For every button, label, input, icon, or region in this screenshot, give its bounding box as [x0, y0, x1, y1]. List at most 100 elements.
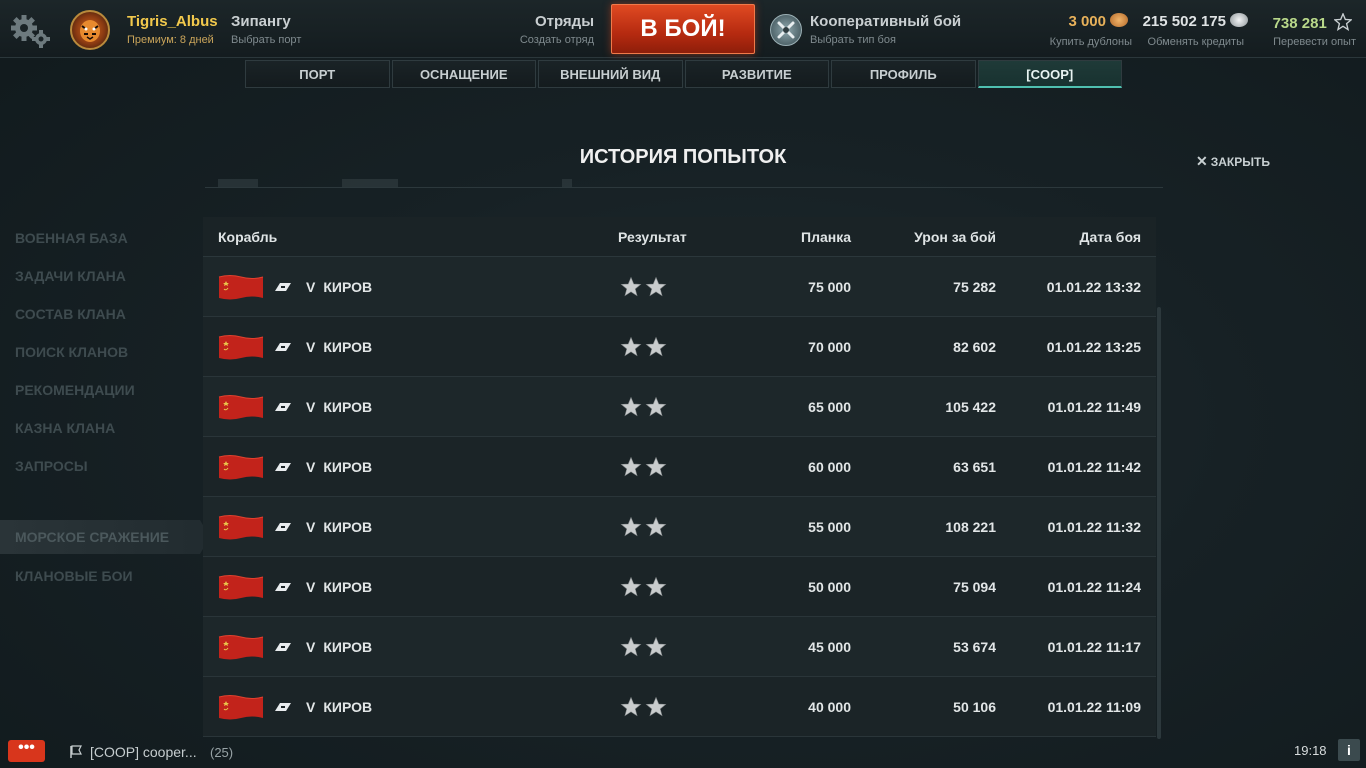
info-button[interactable]: i — [1338, 739, 1360, 761]
chat-button[interactable]: ••• — [8, 740, 45, 762]
table-row[interactable]: V КИРОВ 55 000 108 221 01.01.22 11:32 — [203, 497, 1156, 557]
ship-name: КИРОВ — [323, 698, 373, 715]
bar-value: 70 000 — [808, 338, 851, 355]
ship-name: КИРОВ — [323, 458, 373, 475]
menu-naval-battle[interactable]: МОРСКОЕ СРАЖЕНИЕ — [0, 520, 210, 554]
notification-flag-icon — [70, 745, 82, 758]
ship-name: КИРОВ — [323, 398, 373, 415]
faded-text — [342, 179, 398, 187]
coop-mode-icon[interactable] — [770, 14, 802, 46]
tab-equipment[interactable]: ОСНАЩЕНИЕ — [391, 60, 536, 88]
menu-clan-battles[interactable]: КЛАНОВЫЕ БОИ — [0, 564, 200, 602]
result-stars — [583, 396, 723, 418]
ship-tier: V — [306, 638, 316, 655]
menu-clan-members[interactable]: СОСТАВ КЛАНА — [0, 302, 200, 340]
player-avatar[interactable] — [70, 10, 110, 50]
bar-value: 60 000 — [808, 458, 851, 475]
cruiser-class-icon — [275, 582, 291, 591]
ship-name: КИРОВ — [323, 518, 373, 535]
top-bar: Tigris_Albus Премиум: 8 дней Зипангу Выб… — [0, 0, 1366, 58]
close-label: ЗАКРЫТЬ — [1210, 155, 1270, 169]
battle-date: 01.01.22 11:49 — [1047, 398, 1141, 415]
damage-value: 50 106 — [953, 698, 996, 715]
damage-value: 63 651 — [953, 458, 996, 475]
tab-clan[interactable]: [COOP] — [977, 60, 1122, 88]
result-stars — [583, 336, 723, 358]
table-row[interactable]: V КИРОВ 45 000 53 674 01.01.22 11:17 — [203, 617, 1156, 677]
tab-appearance[interactable]: ВНЕШНИЙ ВИД — [538, 60, 683, 88]
clock: 19:18 — [1294, 743, 1327, 758]
ship-tier: V — [306, 458, 316, 475]
ship-tier: V — [306, 338, 316, 355]
damage-value: 82 602 — [953, 338, 996, 355]
select-port-link[interactable]: Выбрать порт — [231, 34, 301, 46]
header-bar[interactable]: Планка — [723, 229, 851, 245]
ussr-flag-icon — [218, 513, 264, 541]
menu-clan-search[interactable]: ПОИСК КЛАНОВ — [0, 340, 200, 378]
select-battle-type-link[interactable]: Выбрать тип боя — [810, 34, 896, 46]
ussr-flag-icon — [218, 273, 264, 301]
credits-balance: 215 502 175 — [1143, 13, 1248, 30]
battle-button[interactable]: В БОЙ! — [611, 4, 755, 54]
table-row[interactable]: V КИРОВ 60 000 63 651 01.01.22 11:42 — [203, 437, 1156, 497]
star-icon — [645, 456, 667, 476]
ship-tier: V — [306, 698, 316, 715]
port-name[interactable]: Зипангу — [231, 13, 291, 30]
result-stars — [583, 456, 723, 478]
ussr-flag-icon — [218, 453, 264, 481]
table-row[interactable]: V КИРОВ 40 000 50 106 01.01.22 11:09 — [203, 677, 1156, 737]
battle-date: 01.01.22 11:17 — [1047, 638, 1141, 655]
menu-requests[interactable]: ЗАПРОСЫ — [0, 454, 200, 492]
player-name[interactable]: Tigris_Albus — [127, 13, 218, 30]
menu-clan-treasury[interactable]: КАЗНА КЛАНА — [0, 416, 200, 454]
menu-military-base[interactable]: ВОЕННАЯ БАЗА — [0, 226, 200, 264]
settings-gear-icon[interactable] — [8, 10, 52, 50]
header-damage[interactable]: Урон за бой — [851, 229, 996, 245]
notification-text[interactable]: [COOP] cooper... — [90, 744, 197, 760]
header-result[interactable]: Результат — [583, 229, 723, 245]
tab-profile[interactable]: ПРОФИЛЬ — [831, 60, 976, 88]
convert-xp-link[interactable]: Перевести опыт — [1273, 36, 1356, 48]
ship-tier: V — [306, 578, 316, 595]
table-row[interactable]: V КИРОВ 50 000 75 094 01.01.22 11:24 — [203, 557, 1156, 617]
battle-mode-name[interactable]: Кооперативный бой — [810, 13, 961, 30]
table-row[interactable]: V КИРОВ 70 000 82 602 01.01.22 13:25 — [203, 317, 1156, 377]
star-icon — [620, 696, 642, 716]
scrollbar[interactable] — [1157, 307, 1161, 739]
battle-date: 01.01.22 13:25 — [1046, 338, 1141, 355]
create-squad-link[interactable]: Создать отряд — [520, 34, 594, 46]
premium-status[interactable]: Премиум: 8 дней — [127, 34, 214, 46]
battle-date: 01.01.22 11:24 — [1047, 578, 1141, 595]
header-ship[interactable]: Корабль — [203, 229, 583, 245]
buy-doubloons-link[interactable]: Купить дублоны — [1050, 36, 1132, 48]
star-icon — [645, 336, 667, 356]
exchange-credits-link[interactable]: Обменять кредиты — [1148, 36, 1244, 48]
squads-button[interactable]: Отряды — [535, 13, 594, 30]
result-stars — [583, 696, 723, 718]
star-icon — [620, 576, 642, 596]
table-body: V КИРОВ 75 000 75 282 01.01.22 13:32 V К… — [203, 257, 1156, 737]
header-date[interactable]: Дата боя — [996, 229, 1141, 245]
faded-text — [218, 179, 258, 187]
cruiser-class-icon — [275, 282, 291, 291]
doubloons-balance: 3 000 — [1068, 13, 1128, 30]
xp-balance: 738 281 — [1273, 12, 1353, 32]
table-row[interactable]: V КИРОВ 75 000 75 282 01.01.22 13:32 — [203, 257, 1156, 317]
tab-development[interactable]: РАЗВИТИЕ — [684, 60, 829, 88]
table-row[interactable]: V КИРОВ 65 000 105 422 01.01.22 11:49 — [203, 377, 1156, 437]
ussr-flag-icon — [218, 393, 264, 421]
tab-port[interactable]: ПОРТ — [245, 60, 390, 88]
dialog-title: ИСТОРИЯ ПОПЫТОК — [579, 146, 787, 168]
close-button[interactable]: ✕ ЗАКРЫТЬ — [1196, 153, 1270, 170]
ship-name: КИРОВ — [323, 278, 373, 295]
menu-clan-tasks[interactable]: ЗАДАЧИ КЛАНА — [0, 264, 200, 302]
result-stars — [583, 516, 723, 538]
star-icon — [645, 696, 667, 716]
menu-recommendations[interactable]: РЕКОМЕНДАЦИИ — [0, 378, 200, 416]
star-icon — [645, 576, 667, 596]
star-icon — [620, 516, 642, 536]
divider — [205, 187, 1163, 188]
cruiser-class-icon — [275, 522, 291, 531]
cruiser-class-icon — [275, 642, 291, 651]
result-stars — [583, 636, 723, 658]
